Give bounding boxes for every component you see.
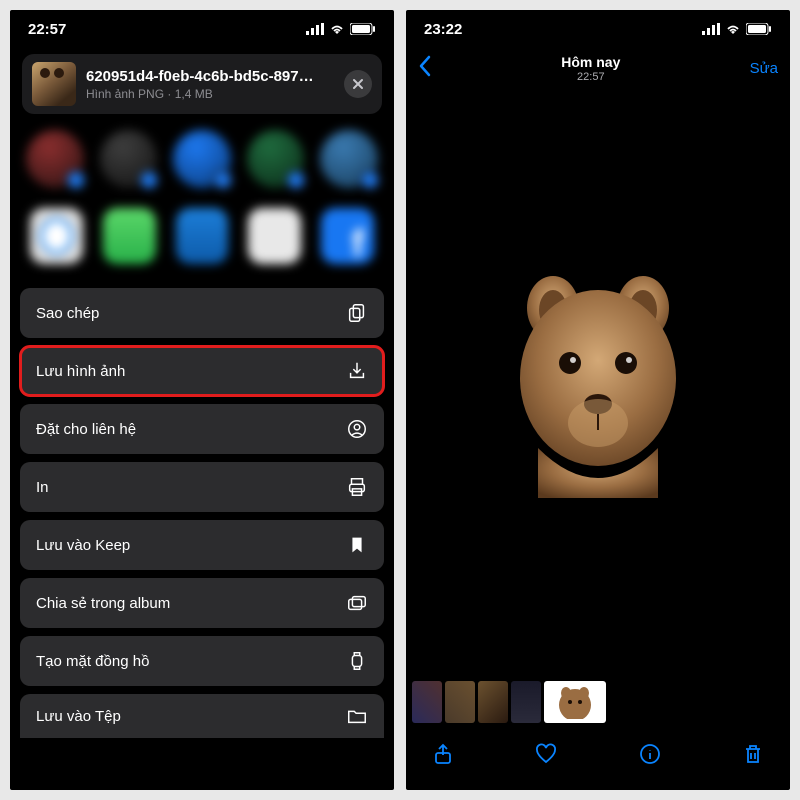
facebook-icon[interactable] [321, 208, 374, 264]
actions-list: Sao chép Lưu hình ảnh Đặt cho liên hệ In [20, 288, 384, 738]
nav-title-sub: 22:57 [561, 71, 620, 83]
chevron-left-icon [418, 55, 432, 77]
favorite-button[interactable] [533, 741, 559, 767]
thumbnail-selected[interactable] [544, 681, 606, 723]
thumbnail[interactable] [478, 681, 508, 723]
share-button[interactable] [430, 741, 456, 767]
photo-viewer[interactable] [406, 88, 790, 678]
thumbnail-strip[interactable] [406, 678, 790, 726]
status-time: 22:57 [28, 21, 66, 38]
action-share-album[interactable]: Chia sẻ trong album [20, 578, 384, 628]
apps-row [10, 202, 394, 284]
battery-icon [350, 23, 376, 35]
status-right [306, 23, 376, 35]
nav-title-main: Hôm nay [561, 54, 620, 70]
file-meta: Hình ảnh PNG · 1,4 MB [86, 87, 334, 101]
nav-title: Hôm nay 22:57 [561, 54, 620, 83]
action-save-image[interactable]: Lưu hình ảnh [20, 346, 384, 396]
app-icon[interactable] [176, 208, 229, 264]
status-right [702, 23, 772, 35]
signal-icon [702, 23, 720, 35]
action-copy[interactable]: Sao chép [20, 288, 384, 338]
download-icon [346, 360, 368, 382]
trash-icon [741, 742, 765, 766]
status-bar: 23:22 [406, 10, 790, 48]
messages-icon[interactable] [103, 208, 156, 264]
action-label: Sao chép [36, 305, 99, 322]
thumbnail[interactable] [412, 681, 442, 723]
contact-avatar[interactable] [173, 130, 231, 188]
shared-album-icon [346, 592, 368, 614]
action-label: Đặt cho liên hệ [36, 421, 136, 438]
action-label: Tạo mặt đồng hồ [36, 653, 149, 670]
action-label: In [36, 479, 49, 496]
app-icon[interactable] [248, 208, 301, 264]
action-label: Lưu vào Keep [36, 537, 130, 554]
heart-icon [534, 742, 558, 766]
file-name: 620951d4-f0eb-4c6b-bd5c-897… [86, 68, 334, 85]
file-info: 620951d4-f0eb-4c6b-bd5c-897… Hình ảnh PN… [86, 68, 334, 101]
file-thumbnail [32, 62, 76, 106]
close-button[interactable] [344, 70, 372, 98]
photos-viewer-phone: 23:22 Hôm nay 22:57 Sửa [406, 10, 790, 790]
copy-icon [346, 302, 368, 324]
signal-icon [306, 23, 324, 35]
thumbnail[interactable] [445, 681, 475, 723]
thumbnail[interactable] [511, 681, 541, 723]
airdrop-icon[interactable] [30, 208, 83, 264]
status-bar: 22:57 [10, 10, 394, 48]
action-label: Lưu vào Tệp [36, 708, 121, 725]
nav-bar: Hôm nay 22:57 Sửa [406, 48, 790, 88]
edit-button[interactable]: Sửa [750, 60, 778, 77]
printer-icon [346, 476, 368, 498]
back-button[interactable] [418, 55, 432, 82]
watch-icon [346, 650, 368, 672]
bottom-toolbar [406, 726, 790, 782]
action-save-keep[interactable]: Lưu vào Keep [20, 520, 384, 570]
contact-icon [346, 418, 368, 440]
folder-icon [346, 705, 368, 727]
share-icon [431, 742, 455, 766]
action-print[interactable]: In [20, 462, 384, 512]
info-icon [638, 742, 662, 766]
file-header: 620951d4-f0eb-4c6b-bd5c-897… Hình ảnh PN… [22, 54, 382, 114]
battery-icon [746, 23, 772, 35]
contact-avatar[interactable] [247, 130, 305, 188]
bookmark-icon [346, 534, 368, 556]
action-assign-contact[interactable]: Đặt cho liên hệ [20, 404, 384, 454]
info-button[interactable] [637, 741, 663, 767]
action-create-watchface[interactable]: Tạo mặt đồng hồ [20, 636, 384, 686]
contact-avatar[interactable] [320, 130, 378, 188]
wifi-icon [329, 23, 345, 35]
close-icon [352, 78, 364, 90]
photo-content [498, 268, 698, 498]
delete-button[interactable] [740, 741, 766, 767]
action-label: Lưu hình ảnh [36, 363, 125, 380]
contact-avatar[interactable] [100, 130, 158, 188]
action-label: Chia sẻ trong album [36, 595, 170, 612]
wifi-icon [725, 23, 741, 35]
share-sheet-phone: 22:57 620951d4-f0eb-4c6b-bd5c-897… Hình … [10, 10, 394, 790]
action-save-files[interactable]: Lưu vào Tệp [20, 694, 384, 738]
contacts-row [10, 126, 394, 202]
contact-avatar[interactable] [26, 130, 84, 188]
status-time: 23:22 [424, 21, 462, 38]
